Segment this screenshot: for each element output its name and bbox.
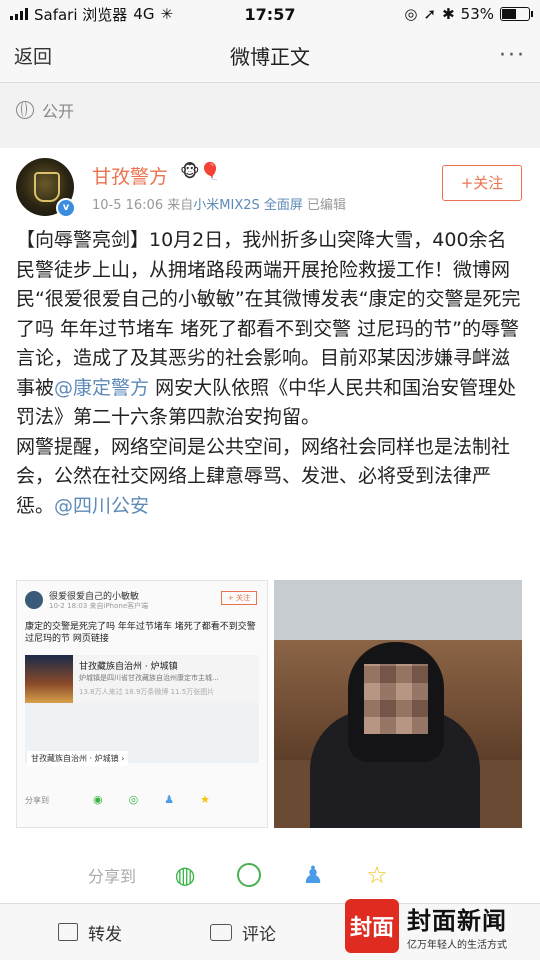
edited-label: 已编辑: [307, 198, 347, 213]
nav-bar: 返回 微博正文 ···: [0, 28, 540, 83]
page-title: 微博正文: [230, 44, 310, 69]
image-follow: + 关注: [220, 591, 257, 605]
post-header: v 甘孜警方 🐵🎈 10-5 16:06 来自小米MIX2S 全面屏 已编辑 +…: [0, 148, 540, 218]
more-button[interactable]: ···: [499, 43, 526, 68]
location-stats: 13.8万人来过 18.9万条微博 11.5万张图片: [79, 688, 215, 696]
qzone-icon[interactable]: ☆: [362, 860, 392, 890]
repost-label: 转发: [88, 924, 122, 945]
author-name[interactable]: 甘孜警方: [92, 162, 168, 189]
pixelated-face: [364, 664, 428, 734]
image-meta: 10-2 18:03 来自iPhone客户端: [49, 602, 149, 610]
comment-label: 评论: [242, 924, 276, 945]
image-text: 康定的交警是死完了吗 年年过节堵车 堵死了都看不到交警 过尼玛的节 网页链接: [25, 622, 256, 644]
battery-icon: [500, 7, 533, 21]
comment-icon: [210, 923, 232, 941]
watermark-logo: 封面: [345, 899, 399, 953]
post-source[interactable]: 小米MIX2S 全面屏: [193, 198, 303, 213]
battery-level: [502, 9, 516, 19]
image-share-icons: ◉ ◎ ♟ ★: [93, 793, 210, 806]
post-meta: 10-5 16:06 来自小米MIX2S 全面屏 已编辑: [92, 194, 346, 213]
location-thumb: [25, 655, 73, 703]
visibility-row: 公开: [0, 89, 540, 131]
verified-badge-icon: v: [56, 198, 76, 218]
location-desc: 炉城镇是四川省甘孜藏族自治州康定市主城...: [79, 674, 219, 682]
wechat-icon[interactable]: ◍: [170, 860, 200, 890]
watermark: 封面 封面新闻 亿万年轻人的生活方式: [345, 896, 535, 956]
visibility-label: 公开: [42, 102, 75, 121]
post-images: 很爱很爱自己的小敏敏 10-2 18:03 来自iPhone客户端 + 关注 康…: [16, 580, 522, 828]
image-share-label: 分享到: [25, 796, 49, 805]
qzone-icon: ★: [200, 793, 210, 806]
moments-ring: [237, 863, 262, 887]
location-title: 甘孜藏族自治州 · 炉城镇: [79, 662, 178, 672]
share-bar: 分享到 ◍ ♟ ☆: [0, 848, 540, 902]
moments-icon: ◎: [128, 793, 139, 806]
qq-icon[interactable]: ♟: [298, 860, 328, 890]
mention-link[interactable]: @四川公安: [54, 495, 149, 517]
post-text: 【向辱警亮剑】10月2日，我州折多山突降大雪，400余名民警徒步上山，从拥堵路段…: [0, 218, 540, 521]
globe-icon: [16, 101, 34, 119]
avatar: [25, 591, 43, 609]
wechat-icon: ◉: [93, 793, 103, 806]
clock: 17:57: [244, 5, 296, 24]
qq-icon: ♟: [164, 793, 175, 806]
status-bar: Safari 浏览器 4G ✳ 17:57 ◎ ➚ ✱ 53%: [0, 0, 540, 28]
watermark-text: 封面新闻 亿万年轻人的生活方式: [407, 901, 507, 951]
source-prefix: 来自: [167, 198, 194, 213]
moments-icon[interactable]: [234, 860, 264, 890]
member-badge-icons: 🐵🎈: [180, 162, 221, 182]
follow-button[interactable]: +关注: [442, 165, 522, 201]
location-card: 甘孜藏族自治州 · 炉城镇 炉城镇是四川省甘孜藏族自治州康定市主城... 13.…: [25, 655, 259, 703]
share-label: 分享到: [88, 867, 137, 886]
police-emblem-icon: [34, 172, 60, 202]
watermark-slogan: 亿万年轻人的生活方式: [407, 940, 507, 951]
repost-icon: [58, 923, 78, 941]
repost-button[interactable]: 转发: [58, 920, 122, 945]
post-date: 10-5 16:06: [92, 198, 164, 213]
post-card: v 甘孜警方 🐵🎈 10-5 16:06 来自小米MIX2S 全面屏 已编辑 +…: [0, 148, 540, 903]
screenshot-image[interactable]: 很爱很爱自己的小敏敏 10-2 18:03 来自iPhone客户端 + 关注 康…: [16, 580, 268, 828]
post-text-p1: 【向辱警亮剑】10月2日，我州折多山突降大雪，400余名民警徒步上山，从拥堵路段…: [16, 229, 521, 399]
mention-link[interactable]: @康定警方: [54, 377, 149, 399]
map-label: 甘孜藏族自治州 · 炉城镇 ›: [27, 751, 129, 766]
comment-button[interactable]: 评论: [210, 920, 276, 945]
watermark-name: 封面新闻: [407, 906, 507, 935]
photo-image[interactable]: [274, 580, 522, 828]
